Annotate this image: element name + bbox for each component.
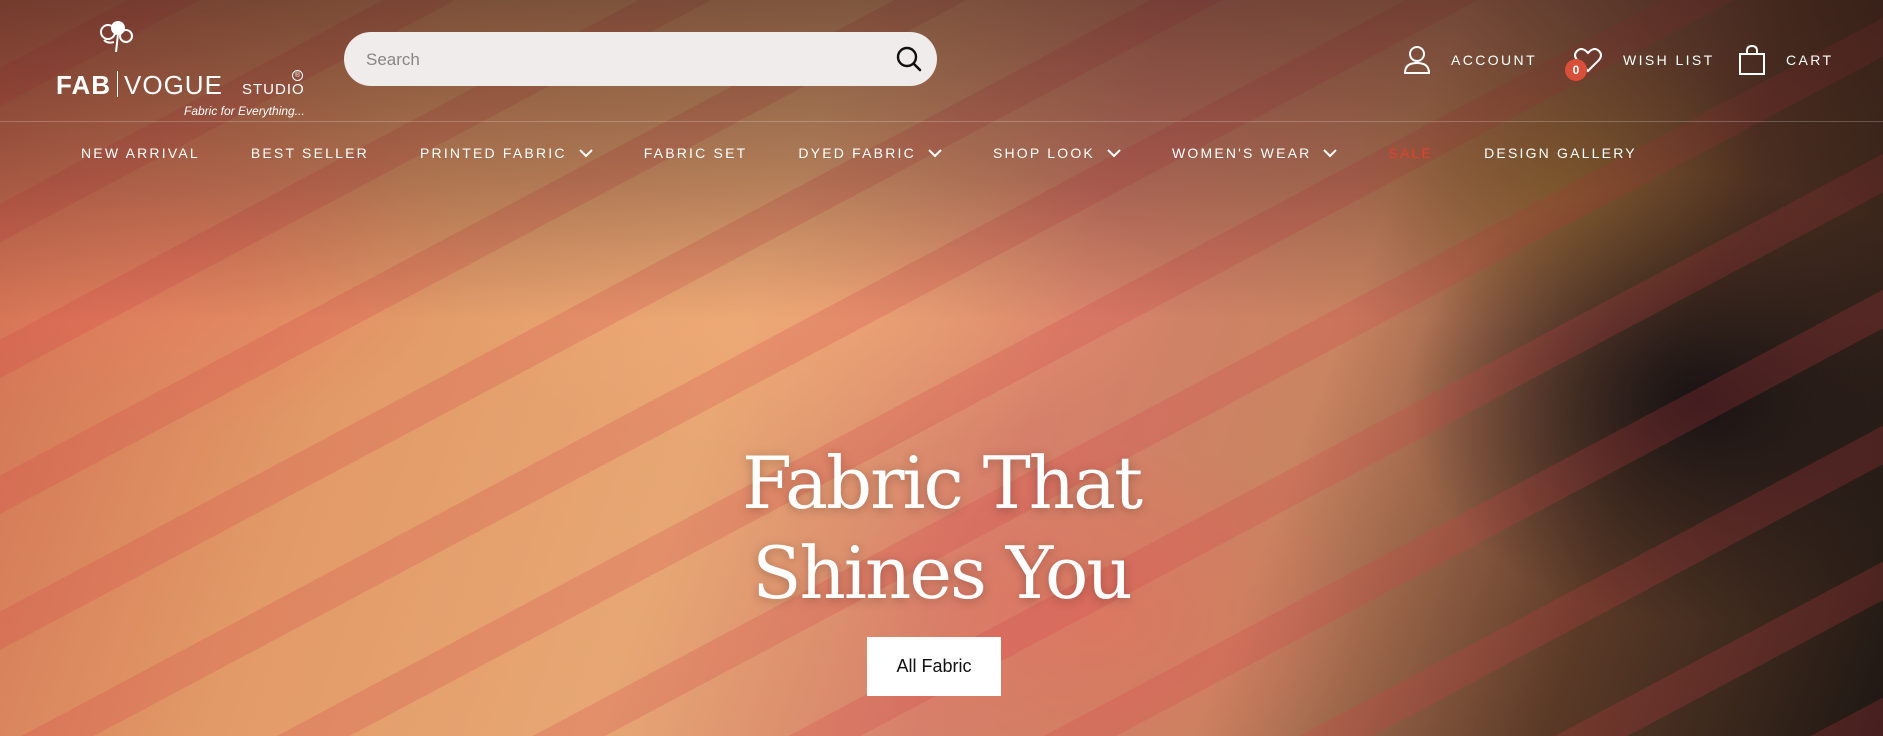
- search-bar: [344, 32, 937, 88]
- hero-heading: Fabric That Shines You: [0, 438, 1883, 618]
- nav-item-label: WOMEN'S WEAR: [1171, 145, 1312, 161]
- brand-name-bold: FAB: [56, 70, 111, 100]
- nav-item-design-gallery[interactable]: DESIGN GALLERY: [1484, 145, 1637, 161]
- nav-item-shop-look[interactable]: SHOP LOOK: [993, 145, 1121, 161]
- account-label: ACCOUNT: [1451, 52, 1538, 68]
- nav-list: NEW ARRIVAL BEST SELLER PRINTED FABRIC F…: [0, 122, 1883, 184]
- all-fabric-button[interactable]: All Fabric: [867, 637, 1001, 696]
- chevron-down-icon: [578, 148, 593, 157]
- brand-name-rest: VOGUE: [124, 70, 223, 100]
- wishlist-count-badge: 0: [1565, 59, 1587, 81]
- brand-studio: STUDIO: [242, 81, 305, 98]
- search-input[interactable]: [364, 32, 888, 88]
- nav-item-label: DYED FABRIC: [798, 145, 916, 161]
- nav-item-label: DESIGN GALLERY: [1484, 145, 1637, 161]
- account-link[interactable]: ACCOUNT: [1403, 38, 1537, 82]
- hero-title: Fabric That Shines You: [692, 438, 1192, 618]
- nav-item-sale[interactable]: SALE: [1388, 145, 1433, 161]
- registered-mark: ®: [292, 70, 303, 81]
- search-icon[interactable]: [895, 45, 923, 73]
- cart-link[interactable]: CART: [1738, 38, 1833, 82]
- account-icon: [1403, 46, 1431, 74]
- nav-item-new-arrival[interactable]: NEW ARRIVAL: [81, 145, 200, 161]
- wishlist-link[interactable]: 0 WISH LIST: [1565, 38, 1715, 82]
- nav-item-fabric-set[interactable]: FABRIC SET: [644, 145, 748, 161]
- nav-item-label: FABRIC SET: [643, 145, 748, 161]
- wishlist-icon-wrap: 0: [1565, 45, 1603, 81]
- wishlist-label: WISH LIST: [1623, 52, 1715, 68]
- brand-tagline: Fabric for Everything...: [184, 104, 305, 118]
- hero-title-line-1: Fabric That: [742, 441, 1143, 525]
- nav-item-dyed-fabric[interactable]: DYED FABRIC: [798, 145, 942, 161]
- hero-title-line-2: Shines You: [752, 531, 1133, 615]
- brand-divider: [117, 71, 118, 97]
- nav-item-label: NEW ARRIVAL: [81, 145, 200, 161]
- cart-label: CART: [1786, 52, 1834, 68]
- nav-item-label: SHOP LOOK: [992, 145, 1095, 161]
- cart-bag-icon: [1739, 44, 1765, 75]
- chevron-down-icon: [928, 148, 942, 157]
- nav-item-womens-wear[interactable]: WOMEN'S WEAR: [1172, 145, 1338, 161]
- site-logo[interactable]: FAB VOGUE STUDIO ® Fabric for Everything.…: [56, 18, 306, 118]
- main-navigation: NEW ARRIVAL BEST SELLER PRINTED FABRIC F…: [0, 122, 1883, 184]
- site-header: FAB VOGUE STUDIO ® Fabric for Everything.…: [0, 0, 1883, 122]
- chevron-down-icon: [1107, 148, 1121, 157]
- nav-item-label: PRINTED FABRIC: [419, 145, 567, 161]
- nav-item-printed-fabric[interactable]: PRINTED FABRIC: [420, 145, 593, 161]
- nav-item-label: BEST SELLER: [250, 145, 369, 161]
- nav-item-best-seller[interactable]: BEST SELLER: [251, 145, 369, 161]
- flower-logo-icon: [100, 21, 133, 53]
- nav-item-label: SALE: [1388, 145, 1434, 161]
- hero-banner: FAB VOGUE STUDIO ® Fabric for Everything.…: [0, 0, 1883, 736]
- brand-name: FAB VOGUE: [56, 70, 223, 101]
- chevron-down-icon: [1323, 148, 1338, 157]
